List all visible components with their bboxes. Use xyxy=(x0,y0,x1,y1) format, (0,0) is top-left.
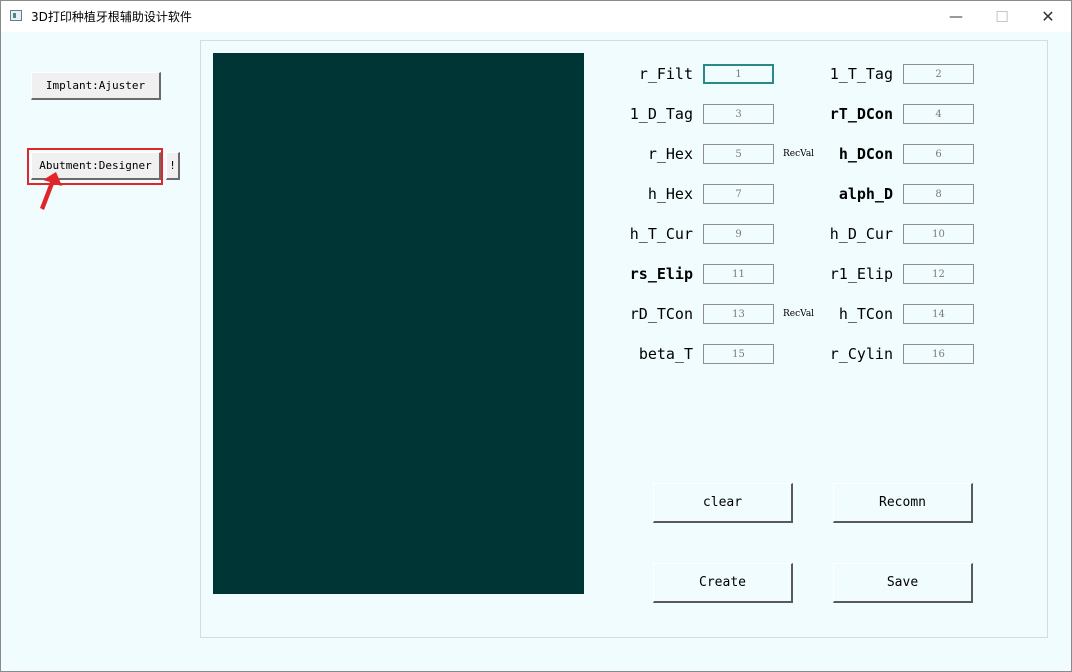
param-input-h-tcon[interactable] xyxy=(903,304,974,324)
param-input-h-d-cur[interactable] xyxy=(903,224,974,244)
param-label-h-hex: h_Hex xyxy=(647,185,693,203)
param-label-r1-elip: r1_Elip xyxy=(829,265,893,283)
clear-button[interactable]: clear xyxy=(653,483,793,523)
title-bar: 3D打印种植牙根辅助设计软件 — ☐ ✕ xyxy=(1,1,1071,32)
param-label-beta-t: beta_T xyxy=(638,345,693,363)
param-label-1-t-tag: 1_T_Tag xyxy=(829,65,893,83)
param-input-alph-d[interactable] xyxy=(903,184,974,204)
recomn-button[interactable]: Recomn xyxy=(833,483,973,523)
param-input-1-d-tag[interactable] xyxy=(703,104,774,124)
param-label-rt-dcon: rT_DCon xyxy=(829,105,893,123)
create-button[interactable]: Create xyxy=(653,563,793,603)
app-icon xyxy=(10,10,22,21)
param-label-rs-elip: rs_Elip xyxy=(629,265,693,283)
param-label-r-filt: r_Filt xyxy=(638,65,693,83)
param-input-r-cylin[interactable] xyxy=(903,344,974,364)
param-label-r-hex: r_Hex xyxy=(647,145,693,163)
preview-canvas[interactable] xyxy=(213,53,584,594)
window-title: 3D打印种植牙根辅助设计软件 xyxy=(31,10,192,24)
param-label-r-cylin: r_Cylin xyxy=(829,345,893,363)
param-input-h-t-cur[interactable] xyxy=(703,224,774,244)
param-input-r-filt[interactable] xyxy=(703,64,774,84)
param-label-h-tcon: h_TCon xyxy=(838,305,893,323)
maximize-button[interactable]: ☐ xyxy=(979,1,1025,32)
param-input-beta-t[interactable] xyxy=(703,344,774,364)
param-input-r1-elip[interactable] xyxy=(903,264,974,284)
param-input-1-t-tag[interactable] xyxy=(903,64,974,84)
param-input-h-dcon[interactable] xyxy=(903,144,974,164)
exclamation-button[interactable]: ! xyxy=(166,152,180,180)
param-label-h-dcon: h_DCon xyxy=(838,145,893,163)
red-arrow-icon xyxy=(40,172,62,210)
implant-ajuster-button[interactable]: Implant:Ajuster xyxy=(31,72,161,100)
param-input-r-hex[interactable] xyxy=(703,144,774,164)
param-input-rt-dcon[interactable] xyxy=(903,104,974,124)
param-label-h-d-cur: h_D_Cur xyxy=(829,225,893,243)
param-label-h-t-cur: h_T_Cur xyxy=(629,225,693,243)
param-input-h-hex[interactable] xyxy=(703,184,774,204)
param-input-rd-tcon[interactable] xyxy=(703,304,774,324)
param-label-1-d-tag: 1_D_Tag xyxy=(629,105,693,123)
param-label-rd-tcon: rD_TCon xyxy=(629,305,693,323)
minimize-button[interactable]: — xyxy=(933,1,979,32)
param-label-alph-d: alph_D xyxy=(838,185,893,203)
param-input-rs-elip[interactable] xyxy=(703,264,774,284)
close-button[interactable]: ✕ xyxy=(1025,1,1071,32)
save-button[interactable]: Save xyxy=(833,563,973,603)
